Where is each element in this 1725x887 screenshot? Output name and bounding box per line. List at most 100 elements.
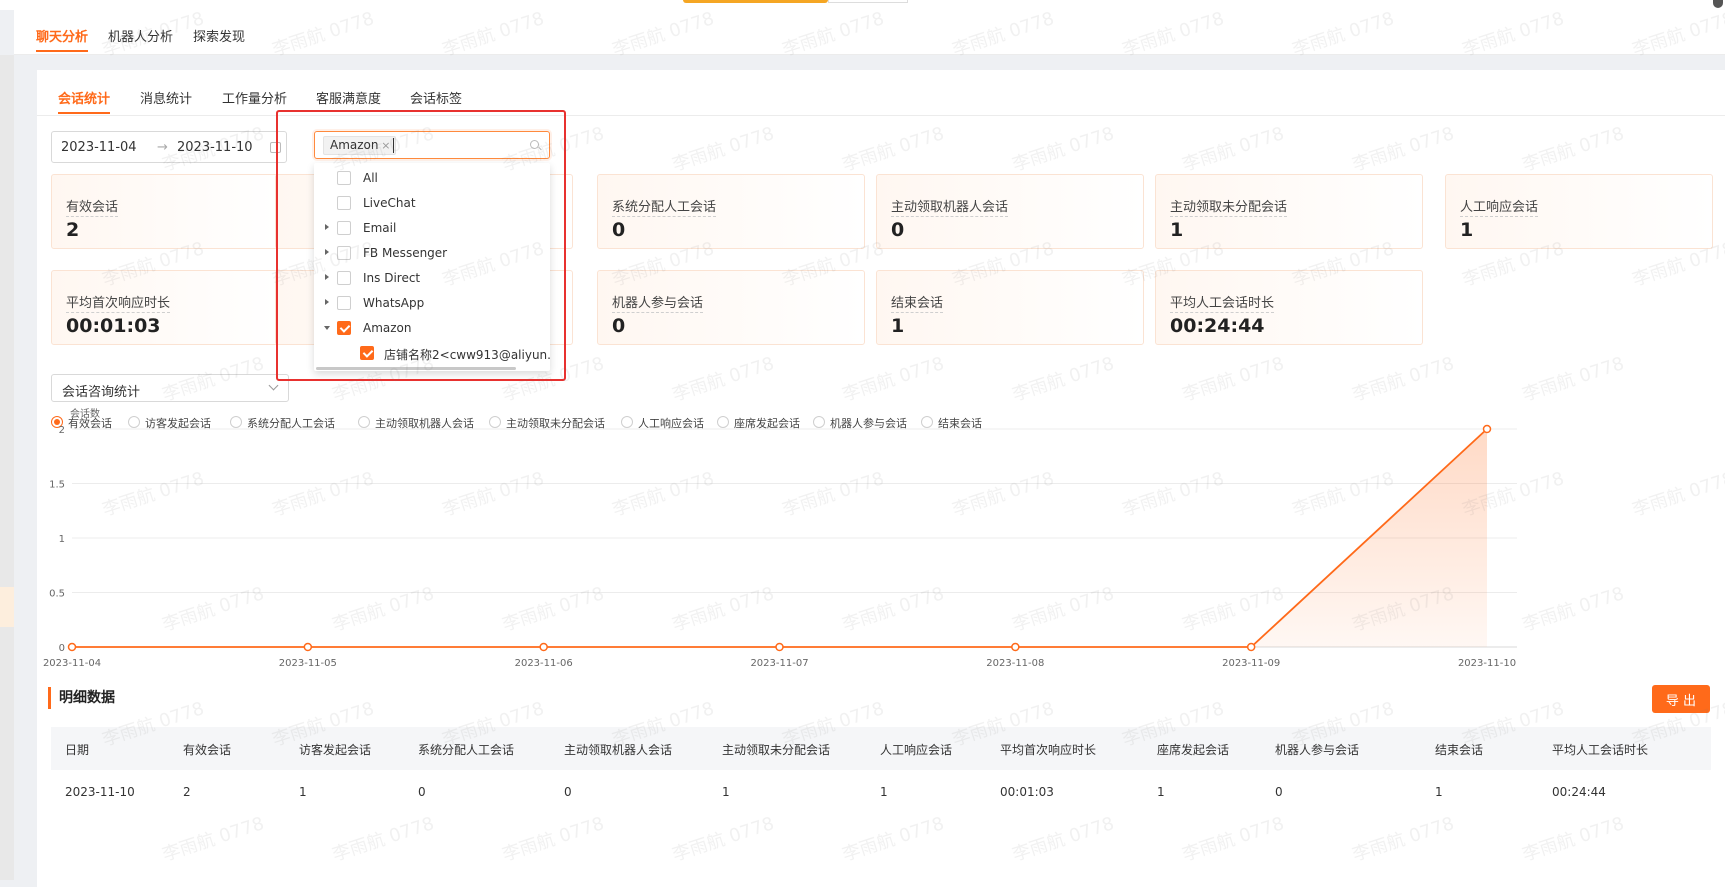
subtab-divider [37,115,1725,116]
close-icon[interactable]: × [381,137,390,154]
date-separator: → [157,140,168,155]
session-line-chart: 会话数 0 0.5 1 1.5 2 2023-11-04 2023-11-05 2023-11-… [43,407,1517,669]
channel-option-label: LiveChat [363,196,416,210]
checkbox[interactable] [337,221,351,235]
stat-card: 机器人参与会话 0 [597,270,865,345]
export-button[interactable]: 导 出 [1652,685,1710,713]
tab-session-tags[interactable]: 会话标签 [410,88,462,107]
y-tick-label: 0.5 [49,589,65,600]
channel-option[interactable]: FB Messenger [314,242,550,264]
calendar-icon[interactable] [270,142,281,153]
table-cell: 1 [1157,785,1165,799]
x-tick-label: 2023-11-07 [750,658,808,669]
channel-option[interactable]: Email [314,217,550,239]
y-tick-label: 2 [59,425,65,436]
column-header: 主动领取未分配会话 [722,743,831,757]
data-point [303,642,313,652]
column-header: 有效会话 [183,743,232,757]
data-point [1482,424,1492,434]
table-cell: 0 [1275,785,1283,799]
tab-message-stats[interactable]: 消息统计 [140,88,192,107]
stat-label: 系统分配人工会话 [612,196,717,217]
collapse-arrow-icon[interactable] [324,326,330,330]
channel-option-label: FB Messenger [363,246,448,260]
checkbox-checked[interactable] [337,321,351,335]
channel-dropdown: All LiveChat Email FB Messenger Ins Dire… [314,163,550,371]
stat-card: 主动领取未分配会话 1 [1155,174,1423,249]
column-header: 平均首次响应时长 [1000,743,1097,757]
checkbox-checked[interactable] [360,346,374,360]
top-pill [683,0,828,3]
left-edge [0,55,14,880]
x-tick-label: 2023-11-08 [986,658,1044,669]
expand-arrow-icon[interactable] [325,274,329,280]
stat-card: 主动领取机器人会话 0 [876,174,1144,249]
stat-label: 主动领取机器人会话 [891,196,1009,217]
channel-option-label: Amazon [363,321,412,335]
stat-card: 平均首次响应时长 00:01:03 [51,270,279,345]
data-point [1246,642,1256,652]
stat-card: 有效会话 2 [51,174,279,249]
tab-robot-analysis[interactable]: 机器人分析 [108,26,173,45]
x-tick-label: 2023-11-10 [1458,658,1516,669]
channel-option[interactable]: WhatsApp [314,292,550,314]
column-header: 平均人工会话时长 [1552,743,1649,757]
selected-tag: Amazon × [323,136,396,155]
date-range-picker[interactable]: 2023-11-04 → 2023-11-10 [51,131,287,163]
checkbox[interactable] [337,246,351,260]
stat-value: 1 [1170,219,1184,241]
table-cell: 1 [1435,785,1443,799]
table-cell: 0 [564,785,572,799]
x-tick-label: 2023-11-09 [1222,658,1280,669]
tab-explore[interactable]: 探索发现 [193,26,245,45]
channel-option-label: Ins Direct [363,271,421,285]
text-caret [393,138,394,153]
stat-label: 有效会话 [66,196,119,217]
y-axis-label: 会话数 [70,407,100,420]
column-header: 主动领取机器人会话 [564,743,673,757]
tab-workload[interactable]: 工作量分析 [222,88,287,107]
checkbox[interactable] [337,196,351,210]
checkbox[interactable] [337,271,351,285]
column-header: 访客发起会话 [299,743,372,757]
date-end[interactable]: 2023-11-10 [177,140,253,155]
chart-type-select[interactable]: 会话咨询统计 [51,374,289,402]
channel-option[interactable]: Ins Direct [314,267,550,289]
expand-arrow-icon[interactable] [325,249,329,255]
checkbox[interactable] [337,296,351,310]
top-pill-outline [828,0,908,3]
stat-label: 主动领取未分配会话 [1170,196,1288,217]
channel-option[interactable]: LiveChat [314,192,550,214]
channel-option-label: WhatsApp [363,296,425,310]
data-point [1011,642,1020,652]
tab-session-stats[interactable]: 会话统计 [58,88,111,114]
x-tick-label: 2023-11-05 [279,658,337,669]
y-tick-label: 1.5 [49,480,65,491]
stat-label: 平均首次响应时长 [66,292,171,313]
stat-card: 系统分配人工会话 0 [597,174,865,249]
expand-arrow-icon[interactable] [325,224,329,230]
horizontal-scrollbar[interactable] [316,367,516,370]
channel-multiselect[interactable]: Amazon × [314,131,550,159]
channel-option[interactable]: All [314,167,550,189]
channel-option[interactable]: Amazon [314,317,550,339]
table-cell: 1 [299,785,307,799]
stat-label: 人工响应会话 [1460,196,1539,217]
channel-option-label: 店铺名称2<cww913@aliyun. [384,348,550,362]
channel-suboption[interactable]: 店铺名称2<cww913@aliyun. [314,342,550,364]
table-cell: 00:24:44 [1552,785,1606,799]
search-icon [530,140,539,149]
data-point [539,642,548,652]
top-corner-icon [1713,0,1723,8]
stat-card: 结束会话 1 [876,270,1144,345]
tab-satisfaction[interactable]: 客服满意度 [316,88,381,107]
left-edge-marker [0,587,14,627]
checkbox[interactable] [337,171,351,185]
tab-chat-analysis[interactable]: 聊天分析 [36,26,89,52]
expand-arrow-icon[interactable] [325,299,329,305]
channel-option-label: All [363,171,378,185]
stat-label: 平均人工会话时长 [1170,292,1275,313]
date-start[interactable]: 2023-11-04 [61,140,137,155]
chart-type-value: 会话咨询统计 [62,385,141,400]
main-tabs: 聊天分析 机器人分析 探索发现 [14,10,1725,55]
